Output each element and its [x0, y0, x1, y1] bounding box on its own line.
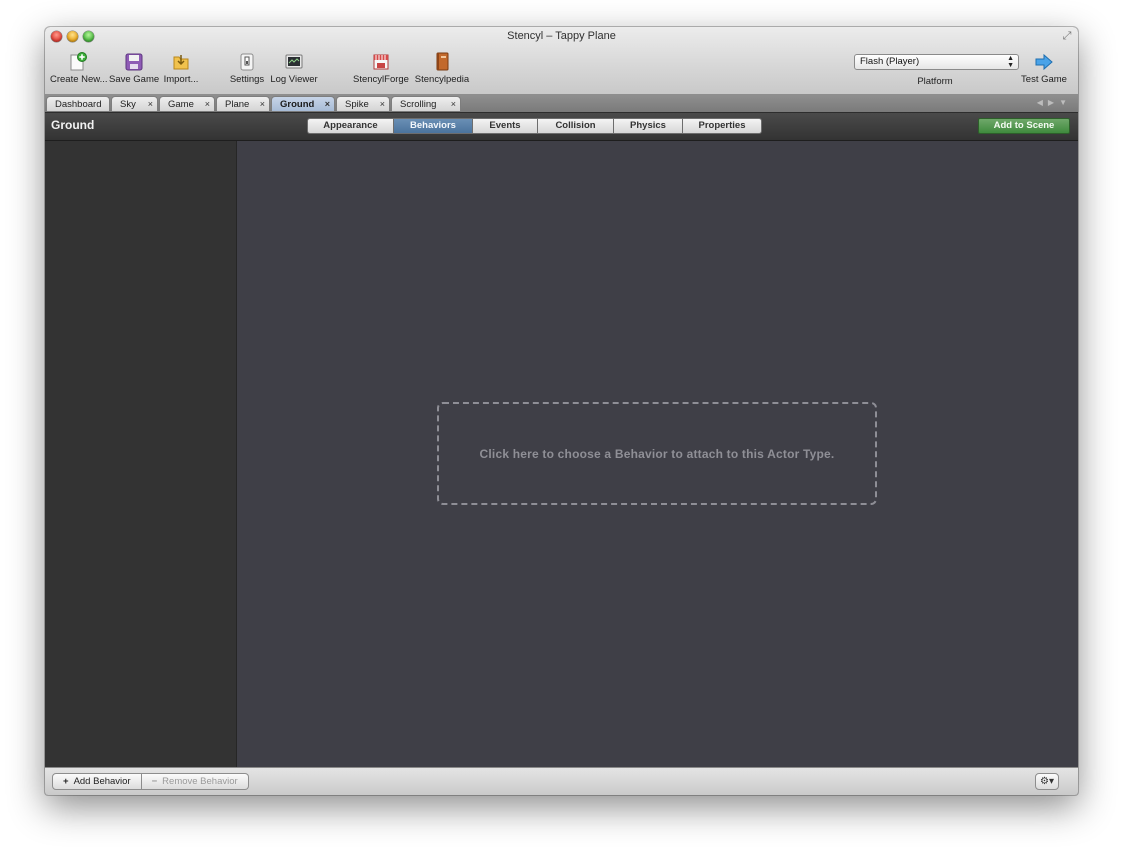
remove-behavior-label: Remove Behavior — [162, 776, 238, 787]
close-tab-icon[interactable]: × — [205, 97, 210, 112]
log-viewer-button[interactable]: Log Viewer — [270, 52, 318, 85]
stencylpedia-icon — [433, 52, 451, 71]
segment-physics[interactable]: Physics — [613, 118, 682, 134]
stencylforge-button[interactable]: StencylForge — [353, 52, 409, 85]
add-to-scene-button[interactable]: Add to Scene — [978, 118, 1070, 134]
stencylpedia-button[interactable]: Stencylpedia — [414, 52, 470, 85]
gear-menu-button[interactable]: ⚙▾ — [1035, 773, 1059, 790]
close-tab-icon[interactable]: × — [325, 97, 330, 112]
gear-icon: ⚙▾ — [1040, 776, 1054, 787]
stencylforge-label: StencylForge — [353, 74, 409, 85]
create-new-label: Create New... — [50, 74, 108, 85]
tab-label: Dashboard — [55, 99, 102, 110]
log-viewer-label: Log Viewer — [270, 74, 318, 85]
tab-label: Game — [168, 99, 194, 110]
log-viewer-icon — [285, 52, 303, 71]
behavior-workspace: Click here to choose a Behavior to attac… — [237, 141, 1078, 767]
create-new-icon — [69, 52, 87, 71]
app-window: Stencyl – Tappy Plane ⤢ Create New... Sa… — [45, 27, 1078, 795]
plus-icon: + — [63, 776, 69, 787]
stencylpedia-label: Stencylpedia — [414, 74, 470, 85]
segment-appearance[interactable]: Appearance — [307, 118, 393, 134]
settings-label: Settings — [229, 74, 265, 85]
tab-game[interactable]: Game × — [159, 96, 215, 111]
save-game-label: Save Game — [109, 74, 160, 85]
import-icon — [172, 52, 190, 71]
tab-label: Plane — [225, 99, 250, 110]
minus-icon: − — [151, 776, 158, 787]
create-new-button[interactable]: Create New... — [50, 52, 108, 85]
arrow-right-icon — [1035, 52, 1053, 71]
save-icon — [125, 52, 143, 71]
tab-label: Spike — [345, 99, 369, 110]
test-game-label: Test Game — [1021, 74, 1067, 85]
stencylforge-icon — [372, 52, 390, 71]
segment-events[interactable]: Events — [472, 118, 537, 134]
segment-behaviors[interactable]: Behaviors — [393, 118, 472, 134]
title-toolbar: Stencyl – Tappy Plane ⤢ Create New... Sa… — [45, 27, 1078, 95]
settings-button[interactable]: Settings — [228, 52, 266, 85]
settings-icon — [238, 52, 256, 71]
tab-label: Ground — [280, 99, 315, 110]
tab-prev-icon[interactable]: ◀ — [1037, 98, 1048, 107]
close-tab-icon[interactable]: × — [451, 97, 456, 112]
empty-hint-text: Click here to choose a Behavior to attac… — [479, 446, 835, 461]
tab-label: Sky — [120, 99, 136, 110]
tab-ground[interactable]: Ground × — [271, 96, 335, 111]
import-label: Import... — [163, 74, 199, 85]
tab-sky[interactable]: Sky × — [111, 96, 158, 111]
tab-plane[interactable]: Plane × — [216, 96, 270, 111]
select-arrows-icon: ▲ ▼ — [1007, 55, 1014, 69]
platform-label: Platform — [917, 76, 953, 87]
behavior-list-panel[interactable] — [45, 141, 237, 767]
close-tab-icon[interactable]: × — [380, 97, 385, 112]
tab-scrolling[interactable]: Scrolling × — [391, 96, 461, 111]
platform-value: Flash (Player) — [860, 56, 920, 67]
tab-next-icon[interactable]: ▶ — [1048, 98, 1059, 107]
tab-navigation: ◀▶▼ — [1037, 98, 1072, 107]
fullscreen-icon[interactable]: ⤢ — [1061, 30, 1073, 42]
window-title: Stencyl – Tappy Plane — [507, 30, 616, 42]
import-button[interactable]: Import... — [161, 52, 201, 85]
document-tab-bar: Dashboard Sky × Game × Plane × Ground × … — [45, 95, 1078, 113]
section-header: Ground Appearance Behaviors Events Colli… — [45, 113, 1078, 141]
choose-behavior-dropzone[interactable]: Click here to choose a Behavior to attac… — [437, 402, 877, 505]
save-game-button[interactable]: Save Game — [109, 52, 159, 85]
tab-dashboard[interactable]: Dashboard — [46, 96, 110, 111]
segment-collision[interactable]: Collision — [537, 118, 613, 134]
platform-select[interactable]: Flash (Player) ▲ ▼ — [854, 54, 1019, 70]
segment-properties[interactable]: Properties — [682, 118, 762, 134]
page-title: Ground — [51, 118, 95, 132]
tab-spike[interactable]: Spike × — [336, 96, 390, 111]
test-game-button[interactable]: Test Game — [1017, 52, 1071, 85]
close-tab-icon[interactable]: × — [260, 97, 265, 112]
bottom-toolbar: + Add Behavior − Remove Behavior ⚙▾ — [45, 767, 1078, 795]
tab-label: Scrolling — [400, 99, 437, 110]
tab-list-icon[interactable]: ▼ — [1059, 98, 1072, 107]
remove-behavior-button[interactable]: − Remove Behavior — [141, 773, 249, 790]
close-tab-icon[interactable]: × — [148, 97, 153, 112]
behavior-button-group: + Add Behavior − Remove Behavior — [52, 773, 249, 790]
add-behavior-button[interactable]: + Add Behavior — [52, 773, 142, 790]
add-behavior-label: Add Behavior — [73, 776, 131, 787]
